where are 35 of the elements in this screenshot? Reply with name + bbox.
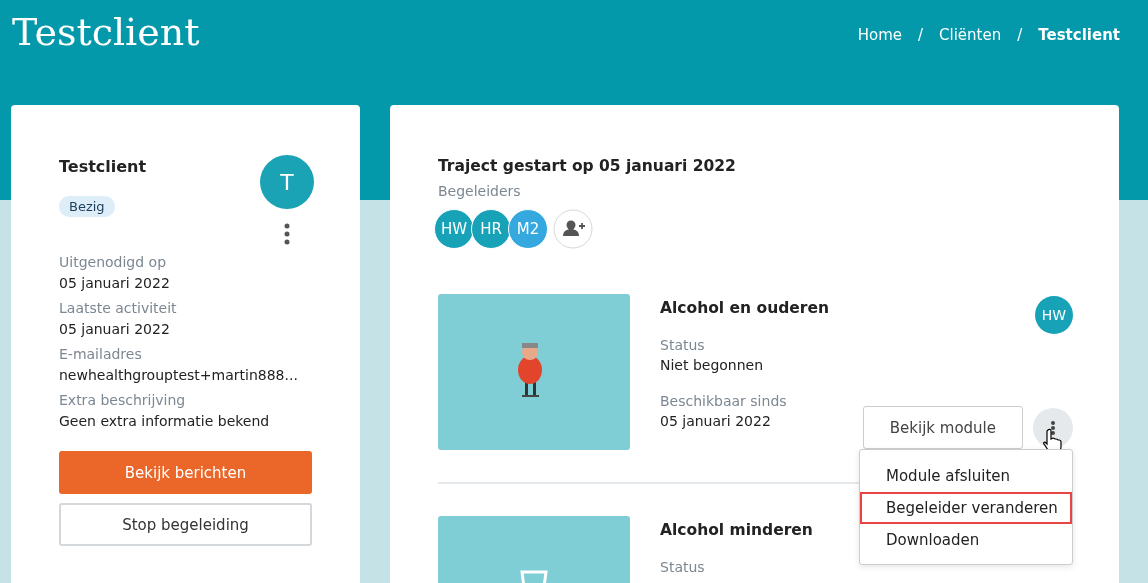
- field-label: Status: [660, 559, 705, 575]
- client-avatar: T: [260, 155, 314, 209]
- module-title: Alcohol en ouderen: [660, 299, 829, 317]
- field-value: Niet begonnen: [660, 357, 764, 373]
- field-label: Laatste activiteit: [59, 300, 178, 316]
- add-person-icon[interactable]: [553, 209, 593, 249]
- module-title: Alcohol minderen: [660, 521, 813, 539]
- field-value: Geen extra informatie bekend: [59, 413, 271, 429]
- trajectory-title: Traject gestart op 05 januari 2022: [438, 157, 737, 175]
- field-value: 05 januari 2022: [59, 321, 171, 337]
- breadcrumb-separator: /: [1017, 26, 1023, 44]
- coaches-label: Begeleiders: [438, 183, 522, 199]
- coach-avatar: HW: [1035, 296, 1073, 334]
- menu-item[interactable]: Module afsluiten: [860, 460, 1072, 492]
- menu-item[interactable]: Downloaden: [860, 524, 1072, 556]
- status-badge: Bezig: [59, 196, 115, 217]
- field-label: E-mailadres: [59, 346, 143, 362]
- more-icon: [1050, 419, 1056, 436]
- stop-button[interactable]: Stop begeleiding: [59, 503, 312, 546]
- field-label: Extra beschrijving: [59, 392, 187, 408]
- field-value: 05 januari 2022: [660, 413, 771, 429]
- breadcrumb-separator: /: [918, 26, 924, 44]
- field-value: newhealthgrouptest+martin888...: [59, 367, 299, 383]
- coach-avatar: HR: [471, 209, 511, 249]
- field-value: 05 januari 2022: [59, 275, 171, 291]
- field-label: Status: [660, 337, 705, 353]
- coach-avatar: HW: [434, 209, 474, 249]
- field-label: Uitgenodigd op: [59, 254, 168, 270]
- field-label: Beschikbaar sinds: [660, 393, 787, 409]
- coach-avatar: M2: [508, 209, 548, 249]
- menu-item[interactable]: Begeleider veranderen: [860, 492, 1072, 524]
- page-title: Testclient: [12, 10, 200, 54]
- more-icon[interactable]: [284, 223, 290, 245]
- view-module-button[interactable]: Bekijk module: [862, 406, 1023, 449]
- client-name: Testclient: [59, 157, 147, 176]
